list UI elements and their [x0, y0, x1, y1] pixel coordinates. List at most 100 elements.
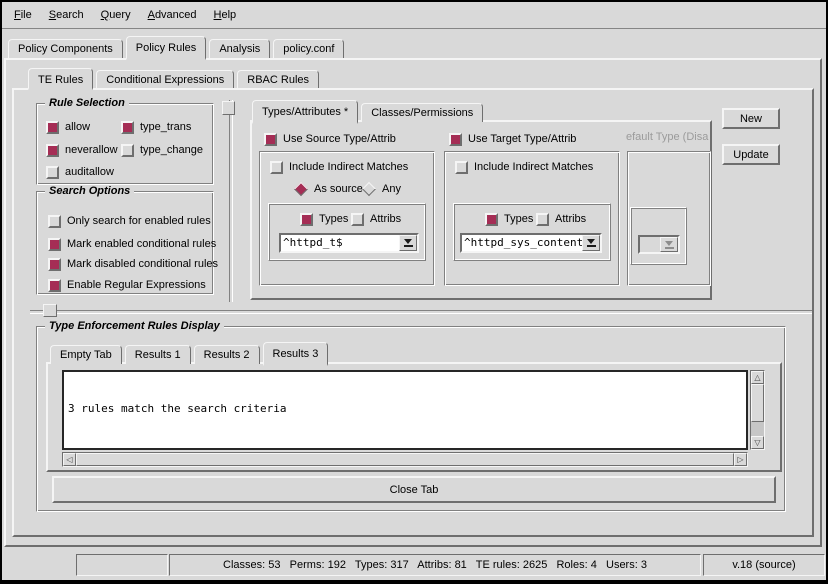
- menu-bar: File Search Query Advanced Help: [2, 2, 826, 30]
- menu-item-advanced[interactable]: Advanced: [144, 7, 201, 23]
- status-version-text: v.18 (source): [732, 559, 795, 571]
- results-text[interactable]: 3 rules match the search criteria (5822)…: [62, 370, 748, 450]
- checkbox-indicator: [46, 144, 59, 157]
- tab-types-attributes[interactable]: Types/Attributes *: [252, 100, 358, 124]
- checkbox-indicator: [300, 213, 313, 226]
- checkbox-allow[interactable]: allow: [46, 120, 90, 134]
- close-tab-button[interactable]: Close Tab: [52, 476, 776, 503]
- tab-conditional-expressions[interactable]: Conditional Expressions: [96, 70, 234, 88]
- source-type-combobox[interactable]: ^httpd_t$: [279, 233, 419, 253]
- radio-as-source[interactable]: As source: [294, 182, 363, 196]
- checkbox-indicator: [455, 161, 468, 174]
- update-button[interactable]: Update: [722, 144, 780, 165]
- tab-results-1[interactable]: Results 1: [125, 345, 191, 364]
- scroll-up-icon[interactable]: △: [751, 371, 764, 384]
- dropdown-arrow-icon[interactable]: [399, 235, 417, 251]
- checkbox-label: Only search for enabled rules: [67, 215, 211, 227]
- checkbox-type-change[interactable]: type_change: [121, 143, 203, 157]
- checkbox-source-types[interactable]: Types: [300, 212, 348, 226]
- tab-policy-rules[interactable]: Policy Rules: [126, 36, 207, 60]
- checkbox-label: neverallow: [65, 144, 118, 156]
- horizontal-sash-line: [30, 310, 812, 314]
- checkbox-label: Mark disabled conditional rules: [67, 258, 218, 270]
- checkbox-label: Types: [319, 213, 348, 225]
- dropdown-arrow-icon: [660, 237, 678, 252]
- scroll-down-icon[interactable]: ▽: [751, 436, 764, 449]
- rule-selection-title: Rule Selection: [45, 97, 129, 109]
- scroll-left-icon[interactable]: ◁: [63, 453, 76, 466]
- checkbox-label: Types: [504, 213, 533, 225]
- checkbox-target-attribs[interactable]: Attribs: [536, 212, 586, 226]
- tab-label: Policy Rules: [136, 42, 197, 54]
- checkbox-source-indirect[interactable]: Include Indirect Matches: [270, 160, 408, 174]
- menu-item-file[interactable]: File: [10, 7, 36, 23]
- checkbox-label: Enable Regular Expressions: [67, 279, 206, 291]
- vertical-sash-line: [229, 100, 233, 302]
- checkbox-indicator: [121, 144, 134, 157]
- checkbox-indicator: [536, 213, 549, 226]
- tab-label: Empty Tab: [60, 349, 112, 361]
- checkbox-label: type_change: [140, 144, 203, 156]
- results-summary: 3 rules match the search criteria: [68, 402, 742, 416]
- new-button[interactable]: New: [722, 108, 780, 129]
- checkbox-auditallow[interactable]: auditallow: [46, 165, 114, 179]
- tab-results-2[interactable]: Results 2: [194, 345, 260, 364]
- checkbox-use-target-type[interactable]: Use Target Type/Attrib: [449, 132, 576, 146]
- results-hscrollbar[interactable]: ◁ ▷: [62, 452, 748, 467]
- checkbox-source-attribs[interactable]: Attribs: [351, 212, 401, 226]
- checkbox-enable-regex[interactable]: Enable Regular Expressions: [48, 278, 206, 292]
- menu-item-query[interactable]: Query: [97, 7, 135, 23]
- tab-empty-tab[interactable]: Empty Tab: [50, 345, 122, 364]
- tab-analysis[interactable]: Analysis: [209, 39, 270, 58]
- results-vscrollbar[interactable]: △ ▽: [750, 370, 765, 450]
- checkbox-mark-disabled-conditional[interactable]: Mark disabled conditional rules: [48, 257, 218, 271]
- tab-policy-components[interactable]: Policy Components: [8, 39, 123, 58]
- radio-any[interactable]: Any: [362, 182, 401, 196]
- checkbox-target-types[interactable]: Types: [485, 212, 533, 226]
- results-group-title: Type Enforcement Rules Display: [45, 320, 224, 332]
- hscroll-thumb[interactable]: [76, 453, 734, 466]
- checkbox-neverallow[interactable]: neverallow: [46, 143, 118, 157]
- checkbox-use-source-type[interactable]: Use Source Type/Attrib: [264, 132, 396, 146]
- horizontal-sash-handle[interactable]: [43, 304, 57, 317]
- checkbox-label: Attribs: [555, 213, 586, 225]
- checkbox-indicator: [264, 133, 277, 146]
- default-type-label: efault Type (Disa: [626, 131, 710, 144]
- checkbox-target-indirect[interactable]: Include Indirect Matches: [455, 160, 593, 174]
- tab-te-rules[interactable]: TE Rules: [28, 68, 93, 90]
- dropdown-arrow-icon[interactable]: [582, 235, 600, 251]
- vscroll-thumb[interactable]: [751, 384, 764, 422]
- vertical-sash-handle[interactable]: [222, 101, 235, 115]
- checkbox-mark-enabled-conditional[interactable]: Mark enabled conditional rules: [48, 237, 216, 251]
- checkbox-label: Include Indirect Matches: [289, 161, 408, 173]
- checkbox-label: allow: [65, 121, 90, 133]
- scroll-right-icon[interactable]: ▷: [734, 453, 747, 466]
- target-type-combobox-value[interactable]: ^httpd_sys_content_t$: [462, 235, 582, 251]
- results-tab-bar: Empty Tab Results 1 Results 2 Results 3: [50, 340, 331, 364]
- tab-label: Classes/Permissions: [371, 107, 473, 119]
- checkbox-label: Use Target Type/Attrib: [468, 133, 576, 145]
- source-type-combobox-value[interactable]: ^httpd_t$: [281, 235, 399, 251]
- checkbox-type-trans[interactable]: type_trans: [121, 120, 191, 134]
- tab-rbac-rules[interactable]: RBAC Rules: [237, 70, 319, 88]
- menu-item-help[interactable]: Help: [210, 7, 241, 23]
- checkbox-indicator: [485, 213, 498, 226]
- target-type-combobox[interactable]: ^httpd_sys_content_t$: [460, 233, 602, 253]
- menu-item-search[interactable]: Search: [45, 7, 88, 23]
- tab-results-3[interactable]: Results 3: [263, 342, 329, 366]
- tab-label: RBAC Rules: [247, 74, 309, 86]
- tab-classes-permissions[interactable]: Classes/Permissions: [361, 103, 483, 122]
- tab-policy-conf[interactable]: policy.conf: [273, 39, 344, 58]
- tab-label: Results 2: [204, 349, 250, 361]
- tab-label: Results 1: [135, 349, 181, 361]
- checkbox-label: type_trans: [140, 121, 191, 133]
- checkbox-only-enabled-rules[interactable]: Only search for enabled rules: [48, 214, 211, 228]
- status-version-box: v.18 (source): [703, 554, 825, 576]
- tab-label: policy.conf: [283, 43, 334, 55]
- tab-label: Types/Attributes *: [262, 106, 348, 118]
- checkbox-indicator: [351, 213, 364, 226]
- default-type-combobox-value: [640, 237, 660, 252]
- checkbox-indicator: [46, 166, 59, 179]
- tab-label: Analysis: [219, 43, 260, 55]
- checkbox-indicator: [48, 279, 61, 292]
